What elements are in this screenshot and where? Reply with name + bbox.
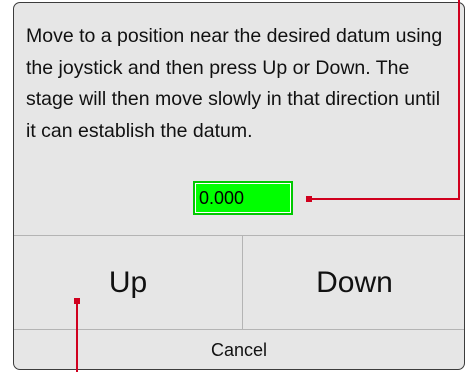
annotation-line-vertical bbox=[458, 0, 460, 199]
instructions-text: Move to a position near the desired datu… bbox=[26, 25, 443, 142]
divider-top bbox=[14, 235, 464, 236]
annotation-dot bbox=[306, 196, 312, 202]
datum-dialog: Move to a position near the desired datu… bbox=[13, 2, 465, 370]
datum-value-field[interactable]: 0.000 bbox=[193, 181, 293, 215]
down-button[interactable]: Down bbox=[243, 237, 464, 329]
annotation-line-horizontal bbox=[310, 198, 460, 200]
annotation-line-up bbox=[76, 301, 78, 372]
screenshot-canvas: Move to a position near the desired datu… bbox=[0, 0, 466, 372]
up-button[interactable]: Up bbox=[14, 237, 242, 329]
cancel-button[interactable]: Cancel bbox=[14, 330, 464, 369]
annotation-dot-up bbox=[74, 298, 80, 304]
